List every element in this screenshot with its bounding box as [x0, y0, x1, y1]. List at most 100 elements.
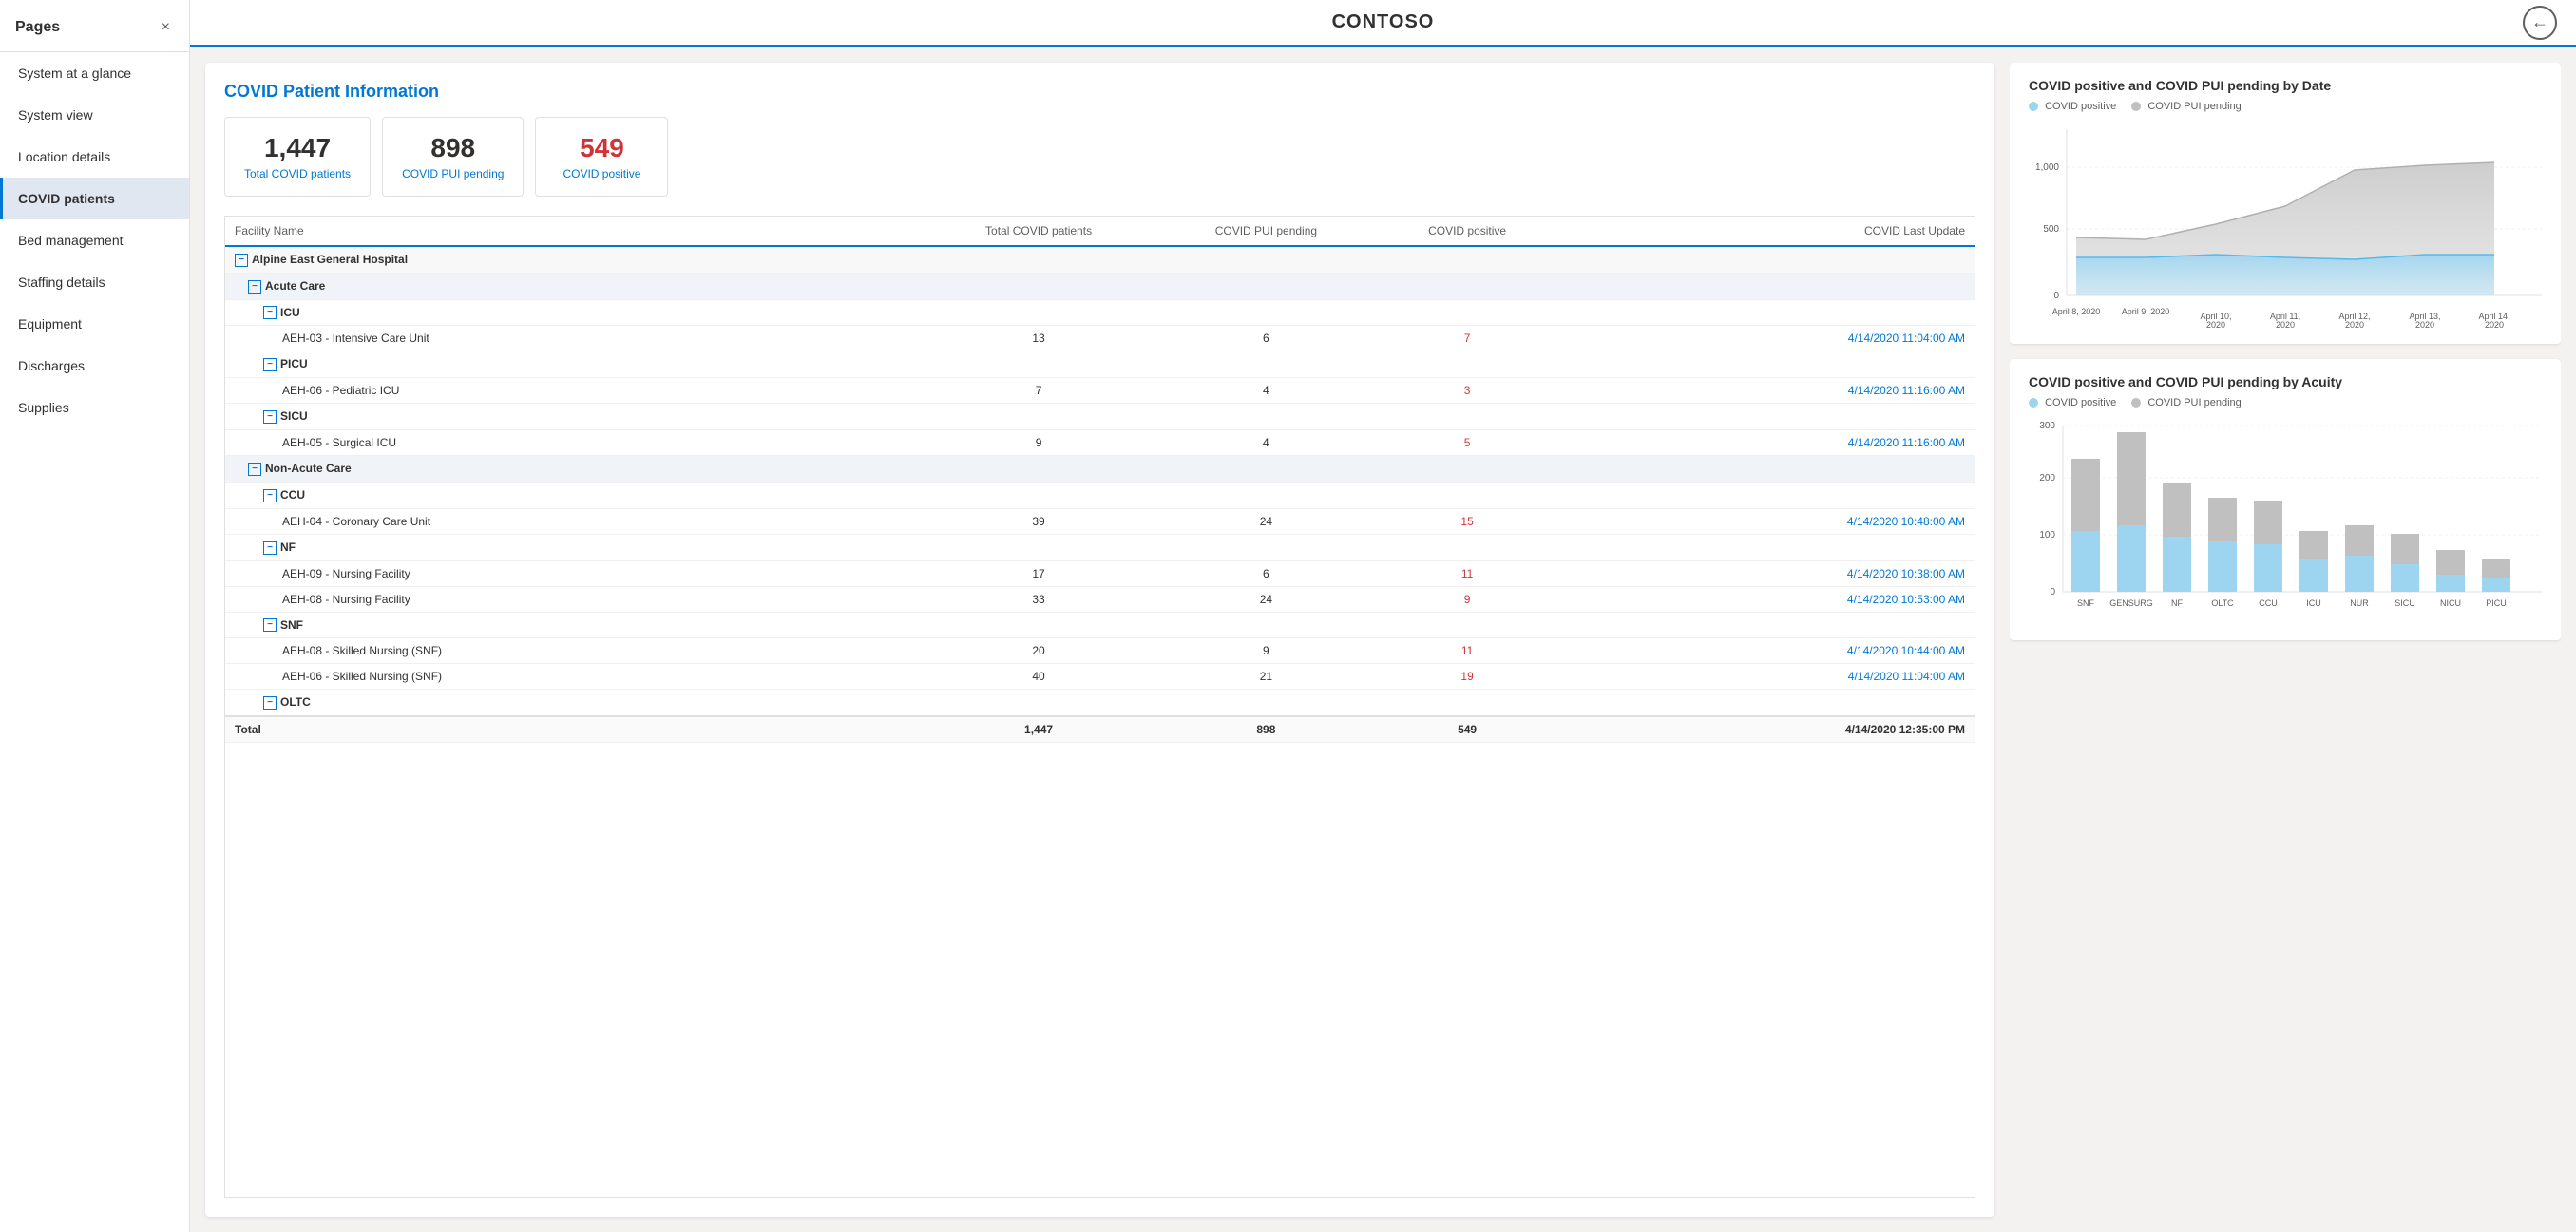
expand-icon[interactable]: − [263, 618, 277, 632]
last-update: 4/14/2020 10:53:00 AM [1555, 586, 1975, 612]
svg-text:2020: 2020 [2415, 320, 2434, 329]
svg-text:NICU: NICU [2440, 598, 2461, 608]
facility-name: AEH-08 - Nursing Facility [225, 586, 925, 612]
svg-text:500: 500 [2043, 224, 2059, 235]
area-chart-legend: COVID positive COVID PUI pending [2029, 101, 2542, 112]
summary-card-0: 1,447Total COVID patients [224, 117, 371, 197]
svg-text:0: 0 [2050, 587, 2055, 597]
svg-text:2020: 2020 [2345, 320, 2364, 329]
facility-name: AEH-03 - Intensive Care Unit [225, 326, 925, 351]
data-table-container[interactable]: Facility Name Total COVID patients COVID… [224, 216, 1975, 1198]
sidebar-item-discharges[interactable]: Discharges [0, 345, 189, 387]
table-row: AEH-06 - Pediatric ICU 7 4 3 4/14/2020 1… [225, 378, 1975, 404]
table-row: −Acute Care [225, 273, 1975, 299]
sidebar-item-supplies[interactable]: Supplies [0, 387, 189, 428]
bar-legend-pui-label: COVID PUI pending [2147, 397, 2241, 408]
topbar: CONTOSO ← [190, 0, 2576, 47]
sidebar-close-button[interactable]: × [158, 17, 174, 38]
table-row: −Non-Acute Care [225, 456, 1975, 483]
positive-count: 15 [1380, 508, 1555, 534]
bar-chart-card: COVID positive and COVID PUI pending by … [2010, 359, 2561, 640]
pui-count: 4 [1153, 378, 1380, 404]
last-update: 4/14/2020 11:04:00 AM [1555, 664, 1975, 690]
expand-icon[interactable]: − [263, 489, 277, 502]
summary-label-1: COVID PUI pending [402, 167, 504, 180]
table-row: −CCU [225, 482, 1975, 508]
pui-count: 4 [1153, 430, 1380, 456]
sidebar-item-location-details[interactable]: Location details [0, 136, 189, 178]
pui-sum: 898 [1153, 716, 1380, 743]
svg-text:100: 100 [2039, 530, 2055, 540]
last-update: 4/14/2020 11:16:00 AM [1555, 378, 1975, 404]
sidebar: Pages × System at a glanceSystem viewLoc… [0, 0, 190, 1232]
summary-label-2: COVID positive [555, 167, 648, 180]
bar-chart-title: COVID positive and COVID PUI pending by … [2029, 374, 2542, 389]
back-button[interactable]: ← [2523, 6, 2557, 40]
total-update: 4/14/2020 12:35:00 PM [1555, 716, 1975, 743]
last-update: 4/14/2020 10:48:00 AM [1555, 508, 1975, 534]
expand-icon[interactable]: − [263, 306, 277, 319]
expand-icon[interactable]: − [263, 358, 277, 371]
svg-text:ICU: ICU [2306, 598, 2321, 608]
bar-legend-positive-label: COVID positive [2045, 397, 2116, 408]
sidebar-item-system-view[interactable]: System view [0, 94, 189, 136]
section-title: COVID Patient Information [224, 82, 1975, 102]
total-covid: 17 [925, 560, 1152, 586]
facility-name: AEH-05 - Surgical ICU [225, 430, 925, 456]
unit-name: −PICU [225, 351, 1975, 378]
unit-name: −CCU [225, 482, 1975, 508]
hospital-name: −Alpine East General Hospital [225, 246, 1975, 273]
sidebar-item-staffing-details[interactable]: Staffing details [0, 261, 189, 303]
unit-name: −ICU [225, 299, 1975, 326]
pui-count: 6 [1153, 326, 1380, 351]
total-covid: 7 [925, 378, 1152, 404]
sidebar-item-covid-patients[interactable]: COVID patients [0, 178, 189, 219]
facility-name: AEH-04 - Coronary Care Unit [225, 508, 925, 534]
svg-text:NUR: NUR [2350, 598, 2369, 608]
expand-icon[interactable]: − [263, 541, 277, 555]
positive-count: 11 [1380, 560, 1555, 586]
bar-positive-dot [2029, 398, 2038, 408]
total-covid: 33 [925, 586, 1152, 612]
expand-icon[interactable]: − [263, 410, 277, 424]
svg-text:0: 0 [2053, 291, 2059, 301]
unit-name: −OLTC [225, 690, 1975, 716]
expand-icon[interactable]: − [263, 696, 277, 710]
area-chart: 0 500 1,000 [2029, 120, 2542, 329]
sidebar-item-equipment[interactable]: Equipment [0, 303, 189, 345]
table-row: AEH-08 - Skilled Nursing (SNF) 20 9 11 4… [225, 638, 1975, 664]
svg-text:CCU: CCU [2259, 598, 2278, 608]
summary-number-0: 1,447 [244, 133, 351, 163]
svg-text:SNF: SNF [2077, 598, 2095, 608]
total-covid: 20 [925, 638, 1152, 664]
col-pui: COVID PUI pending [1153, 217, 1380, 246]
last-update: 4/14/2020 11:16:00 AM [1555, 430, 1975, 456]
svg-text:April 9, 2020: April 9, 2020 [2122, 307, 2170, 316]
bar-legend-positive: COVID positive [2029, 397, 2116, 408]
table-row: −SICU [225, 404, 1975, 430]
sidebar-item-bed-management[interactable]: Bed management [0, 219, 189, 261]
main-area: CONTOSO ← COVID Patient Information 1,44… [190, 0, 2576, 1232]
col-update: COVID Last Update [1555, 217, 1975, 246]
table-row: AEH-09 - Nursing Facility 17 6 11 4/14/2… [225, 560, 1975, 586]
facility-name: AEH-06 - Skilled Nursing (SNF) [225, 664, 925, 690]
legend-positive: COVID positive [2029, 101, 2116, 112]
positive-count: 19 [1380, 664, 1555, 690]
table-row: −ICU [225, 299, 1975, 326]
last-update: 4/14/2020 10:38:00 AM [1555, 560, 1975, 586]
table-body: −Alpine East General Hospital −Acute Car… [225, 246, 1975, 743]
snf-positive-bar [2071, 531, 2100, 592]
expand-icon[interactable]: − [248, 280, 261, 294]
right-panel: COVID positive and COVID PUI pending by … [2010, 63, 2561, 1217]
expand-icon[interactable]: − [248, 463, 261, 476]
svg-text:2020: 2020 [2276, 320, 2295, 329]
positive-count: 3 [1380, 378, 1555, 404]
table-row: −NF [225, 534, 1975, 560]
pui-count: 24 [1153, 508, 1380, 534]
sidebar-item-system-glance[interactable]: System at a glance [0, 52, 189, 94]
expand-icon[interactable]: − [235, 254, 248, 267]
total-covid: 9 [925, 430, 1152, 456]
left-panel: COVID Patient Information 1,447Total COV… [205, 63, 1994, 1217]
content-area: COVID Patient Information 1,447Total COV… [190, 47, 2576, 1232]
svg-text:200: 200 [2039, 473, 2055, 483]
